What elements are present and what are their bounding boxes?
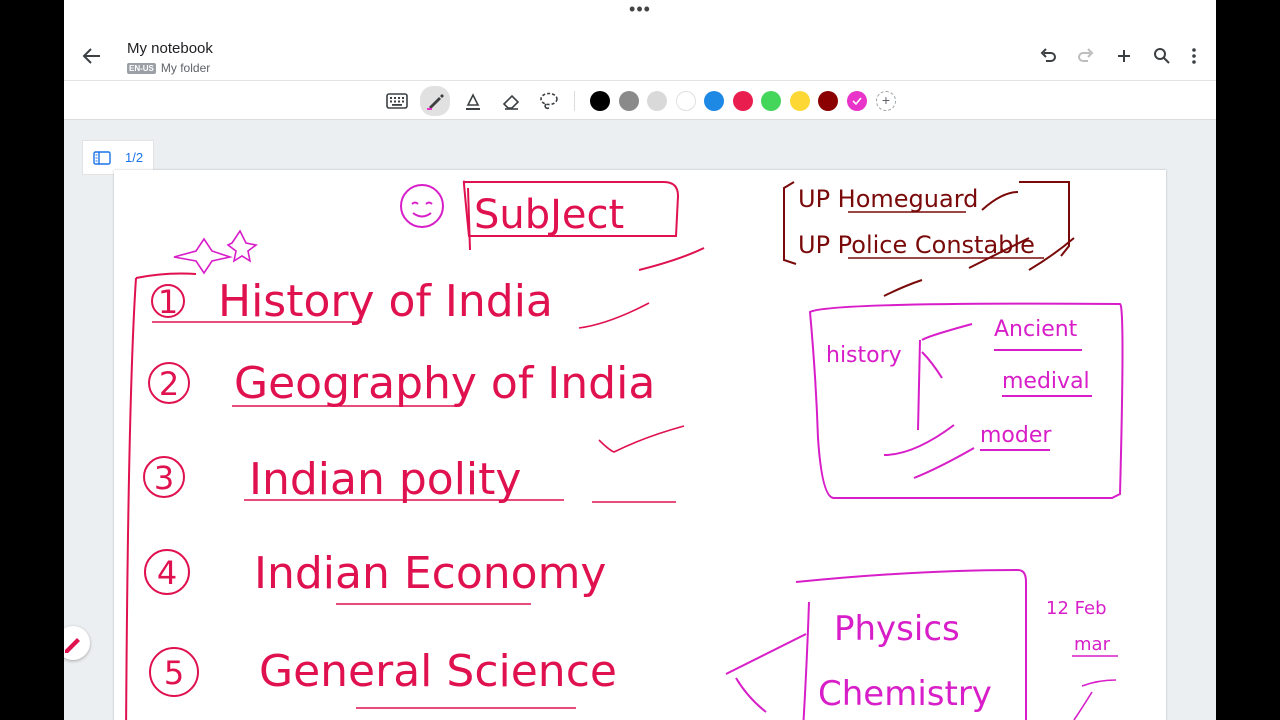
redo-icon[interactable] (1074, 44, 1098, 68)
color-swatch-magenta-selected[interactable] (847, 91, 867, 111)
edit-pencil-icon (65, 638, 80, 653)
highlighter-icon[interactable] (460, 88, 486, 114)
list-num-4: 4 (157, 554, 177, 592)
list-num-5: 5 (164, 654, 184, 692)
add-color-button[interactable]: + (876, 91, 896, 111)
drawing-toolbar: + (64, 80, 1216, 120)
color-swatch-light-gray[interactable] (647, 91, 667, 111)
list-item-history: History of India (218, 276, 553, 327)
more-vert-icon[interactable] (1182, 44, 1206, 68)
top-app-bar: ••• My notebook EN-US My folder (64, 0, 1216, 80)
notebook-page-canvas[interactable]: SubJect 1 2 3 4 5 History of India Geogr… (114, 170, 1166, 720)
branch-medival: medival (1002, 369, 1090, 394)
pen-icon[interactable] (420, 86, 450, 116)
list-item-polity: Indian polity (249, 454, 521, 505)
color-swatch-blue[interactable] (704, 91, 724, 111)
notebook-app: ••• My notebook EN-US My folder + 1/2 Su… (64, 0, 1216, 720)
list-num-1: 1 (158, 283, 178, 321)
science-physics: Physics (834, 609, 960, 649)
color-swatch-black[interactable] (590, 91, 610, 111)
list-item-economy: Indian Economy (254, 548, 606, 599)
toolbar-divider (574, 91, 575, 111)
keyboard-icon[interactable] (384, 88, 410, 114)
language-badge: EN-US (127, 62, 156, 74)
notebook-title[interactable]: My notebook (127, 40, 213, 57)
color-swatch-yellow[interactable] (790, 91, 810, 111)
list-num-3: 3 (154, 459, 174, 497)
window-drag-handle[interactable]: ••• (624, 0, 656, 18)
checkmark-icon (852, 97, 862, 106)
floating-pen-button[interactable] (64, 626, 90, 660)
list-item-geography: Geography of India (234, 358, 655, 409)
branch-moder: moder (980, 423, 1052, 448)
exam-homeguard: UP Homeguard (798, 185, 978, 213)
list-item-science: General Science (259, 646, 617, 697)
exam-police: UP Police Constable (798, 231, 1035, 259)
science-chemistry: Chemistry (818, 674, 992, 714)
page-sidebar-icon (93, 150, 111, 165)
page-indicator: 1/2 (125, 150, 144, 165)
subject-heading: SubJect (474, 192, 624, 238)
color-swatch-green[interactable] (761, 91, 781, 111)
side-note-feb: 12 Feb (1046, 598, 1107, 619)
color-swatch-white[interactable] (676, 91, 696, 111)
search-icon[interactable] (1150, 44, 1174, 68)
folder-name: My folder (160, 61, 211, 75)
color-swatch-red[interactable] (733, 91, 753, 111)
smiley-doodle (400, 184, 444, 228)
add-icon[interactable] (1112, 44, 1136, 68)
color-swatch-gray[interactable] (619, 91, 639, 111)
folder-breadcrumb[interactable]: EN-US My folder (127, 61, 210, 75)
eraser-icon[interactable] (498, 88, 524, 114)
back-arrow-icon[interactable] (80, 44, 104, 68)
undo-icon[interactable] (1036, 44, 1060, 68)
star-doodle (173, 229, 258, 275)
color-swatch-dark-red[interactable] (818, 91, 838, 111)
list-num-2: 2 (159, 365, 179, 403)
lasso-select-icon[interactable] (536, 88, 562, 114)
side-note-mar: mar (1074, 634, 1111, 655)
history-label: history (826, 343, 902, 368)
branch-ancient: Ancient (994, 317, 1078, 342)
handwriting-layer: SubJect 1 2 3 4 5 History of India Geogr… (125, 180, 1124, 720)
